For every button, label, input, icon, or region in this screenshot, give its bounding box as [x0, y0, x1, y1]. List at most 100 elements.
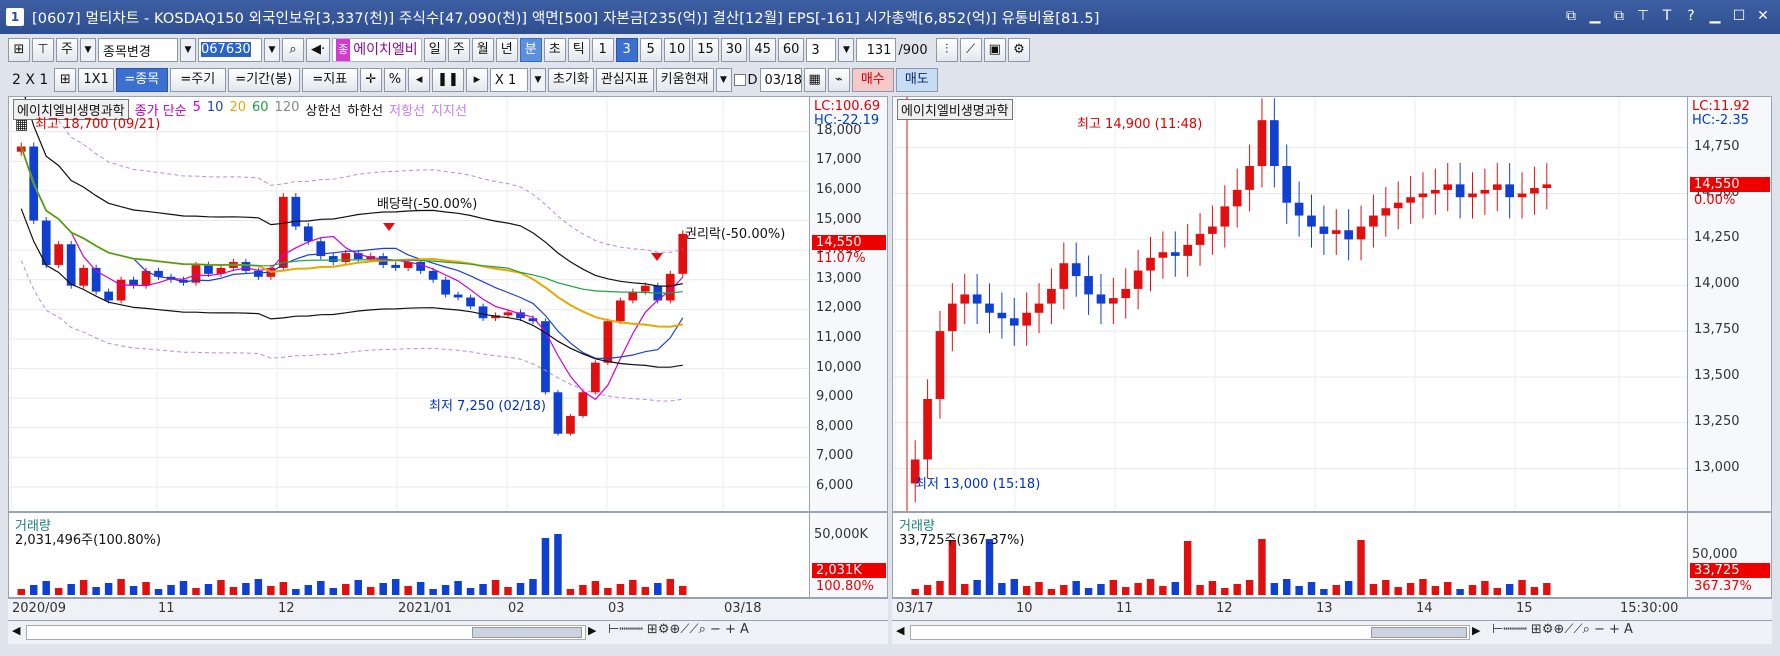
buy-button[interactable]: 매수: [851, 68, 894, 92]
volume-bar: [998, 583, 1006, 595]
close-icon[interactable]: ✕: [1754, 6, 1772, 26]
left-scroll-bar[interactable]: ◀ ▶ ⊢┉┉┉ ⊞⚙⊕⟋⟋⌕ − + A: [8, 620, 888, 644]
candle: [291, 193, 301, 230]
right-price-pane[interactable]: LC:11.92 HC:-2.35 14,750 14,500 14,250 14,0…: [892, 96, 1772, 512]
pause-icon[interactable]: ❚❚: [432, 68, 464, 92]
volume-bar: [29, 585, 38, 595]
prev-icon[interactable]: ◂: [408, 68, 431, 92]
scrollbar-track[interactable]: [26, 625, 586, 640]
left-price-pane[interactable]: LC:100.69 HC:-22.19 18,000 17,000 16,000 15…: [8, 96, 888, 512]
minimize-small-icon[interactable]: ▁: [1586, 6, 1604, 26]
interval-1[interactable]: 1: [591, 38, 614, 62]
interval-15[interactable]: 15: [692, 38, 719, 62]
interval-30[interactable]: 30: [720, 38, 748, 62]
pin-up-icon[interactable]: ⊤: [32, 38, 54, 62]
right-scroll-bar[interactable]: ◀ ▶ ⊢┉┉┉ ⊞⚙⊕⟋⟋⌕ − + A: [892, 620, 1772, 644]
right-stock-name[interactable]: 에이치엘비생명과학: [897, 99, 1013, 120]
maximize-icon[interactable]: ☐: [1730, 6, 1748, 26]
chevron-down-icon[interactable]: ▼: [180, 38, 196, 62]
volume-bar: [154, 589, 163, 595]
volume-bar: [466, 588, 475, 595]
percent-button[interactable]: %: [383, 68, 407, 92]
left-volume-pane[interactable]: 50,000K 2,031K 100.80% 거래량 2,031,496주(10…: [8, 512, 888, 598]
checkbox-icon[interactable]: [733, 74, 746, 86]
scroll-right-icon[interactable]: ▶: [588, 624, 596, 637]
left-zoom-tools[interactable]: ⊢┉┉┉ ⊞⚙⊕⟋⟋⌕ − + A: [608, 622, 749, 637]
kiwoom-button[interactable]: 키움현재: [655, 68, 714, 92]
interval-45[interactable]: 45: [749, 38, 776, 62]
count-input[interactable]: 131: [856, 38, 897, 62]
layout-icon[interactable]: ⊞: [8, 38, 30, 62]
period-tick[interactable]: 틱: [567, 38, 590, 62]
interval-60[interactable]: 60: [777, 38, 805, 62]
period-month[interactable]: 월: [471, 38, 494, 62]
font-icon[interactable]: T: [1658, 6, 1676, 26]
watch-indicator-button[interactable]: 관심지표: [595, 68, 654, 92]
volume-bar: [1320, 589, 1328, 595]
interval-10[interactable]: 10: [663, 38, 691, 62]
minimize-icon[interactable]: ▁: [1706, 6, 1724, 26]
next-icon[interactable]: ▸: [465, 68, 488, 92]
grid-icon[interactable]: ⊞: [54, 68, 77, 92]
market-type-select[interactable]: 주: [56, 38, 78, 62]
x-tick-label: 14: [1416, 601, 1433, 616]
scroll-left-icon[interactable]: ◀: [896, 624, 904, 637]
calendar-icon[interactable]: ▦: [803, 68, 826, 92]
speaker-icon[interactable]: ◀·: [306, 38, 331, 62]
search-icon[interactable]: ⌕: [282, 38, 304, 62]
scroll-right-icon[interactable]: ▶: [1472, 624, 1480, 637]
tab-range[interactable]: =기간(봉): [227, 68, 300, 92]
period-year[interactable]: 년: [495, 38, 518, 62]
left-min-label: 최저 7,250 (02/18): [429, 399, 547, 414]
tab-stock[interactable]: =종목: [115, 68, 168, 92]
volume-bar: [591, 581, 600, 595]
candle-tool-icon[interactable]: ⫶: [935, 38, 958, 62]
x-tick-label: 03/17: [896, 601, 934, 616]
scrollbar-thumb[interactable]: [1371, 627, 1467, 638]
scrollbar-track[interactable]: [910, 625, 1470, 640]
volume-bar: [479, 584, 487, 595]
restore-link-icon[interactable]: ⧉: [1562, 6, 1580, 26]
stock-code-input[interactable]: 067630: [198, 38, 262, 62]
stock-name-field[interactable]: 종 에이치엘비: [332, 38, 422, 62]
chevron-down-icon[interactable]: ▼: [264, 38, 280, 62]
interval-select[interactable]: 3: [806, 38, 837, 62]
volume-bar: [167, 585, 175, 595]
interval-5[interactable]: 5: [639, 38, 662, 62]
candle: [972, 273, 982, 324]
calendar-icon[interactable]: ▦: [15, 117, 28, 133]
layout-1x1-button[interactable]: 1X1: [78, 68, 114, 92]
volume-bar: [973, 580, 981, 595]
chart-tool-icon[interactable]: ⌁: [827, 68, 850, 92]
zoom-select[interactable]: X 1: [489, 68, 528, 92]
gear-icon[interactable]: ⚙: [1007, 38, 1030, 62]
period-day[interactable]: 일: [423, 38, 446, 62]
date-input[interactable]: 03/18: [759, 68, 802, 92]
chevron-down-icon[interactable]: ▼: [80, 38, 96, 62]
volume-bar: [92, 587, 100, 595]
interval-3[interactable]: 3: [615, 38, 638, 62]
candle: [1183, 224, 1192, 277]
tab-indicator[interactable]: =지표: [301, 68, 358, 92]
draw-tool-icon[interactable]: ⟋: [959, 38, 982, 62]
crosshair-icon[interactable]: ✛: [359, 68, 382, 92]
scroll-left-icon[interactable]: ◀: [12, 624, 20, 637]
period-second[interactable]: 초: [543, 38, 566, 62]
date-checkbox[interactable]: D: [733, 73, 758, 88]
right-volume-pane[interactable]: 50,000 33,725 367.37% 거래량 33,725주(367.37…: [892, 512, 1772, 598]
right-zoom-tools[interactable]: ⊢┉┉┉ ⊞⚙⊕⟋⟋⌕ − + A: [1492, 622, 1633, 637]
save-icon[interactable]: ▣: [983, 38, 1006, 62]
pin-icon[interactable]: ⊤: [1634, 6, 1652, 26]
tab-period[interactable]: =주기: [169, 68, 226, 92]
help-icon[interactable]: ?: [1682, 6, 1700, 26]
stock-mode-select[interactable]: 종목변경: [98, 38, 178, 62]
sell-button[interactable]: 매도: [895, 68, 938, 92]
reset-button[interactable]: 초기화: [547, 68, 594, 92]
period-week[interactable]: 주: [447, 38, 470, 62]
chevron-down-icon[interactable]: ▼: [529, 68, 546, 92]
period-minute[interactable]: 분: [519, 38, 542, 62]
chevron-down-icon[interactable]: ▼: [715, 68, 732, 92]
cascade-icon[interactable]: ⧉: [1610, 6, 1628, 26]
chevron-down-icon[interactable]: ▼: [838, 38, 855, 62]
scrollbar-thumb[interactable]: [472, 627, 582, 638]
